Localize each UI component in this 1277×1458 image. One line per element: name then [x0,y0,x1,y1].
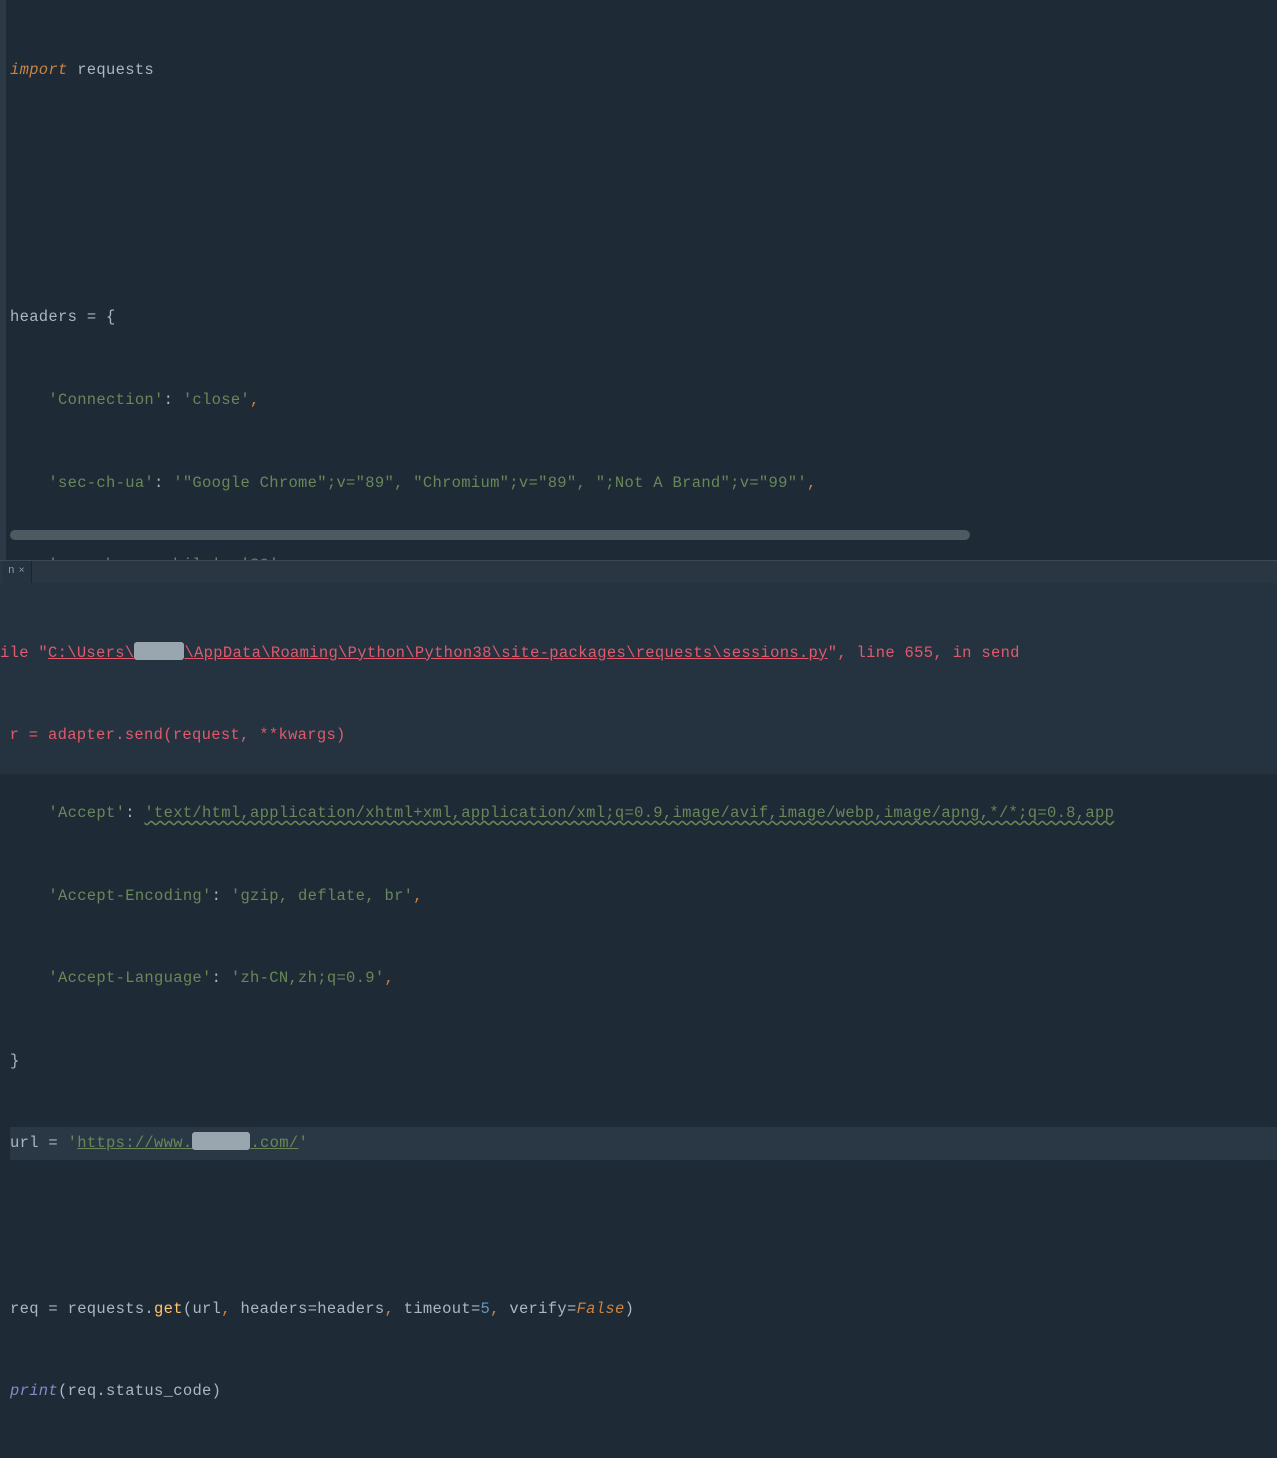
code-line-current[interactable]: url = 'https://www..com/' [10,1127,1277,1160]
module-name: requests [68,61,154,79]
code-line[interactable]: 'Accept-Encoding': 'gzip, deflate, br', [10,880,1277,913]
editor-gutter [0,0,6,560]
code-line-empty[interactable] [10,219,1277,252]
terminal-tab[interactable]: n × [2,561,32,583]
traceback-line: ile "C:\Users\\AppData\Roaming\Python\Py… [0,637,1277,670]
terminal-tab-strip: n × [0,561,1277,583]
code-line-empty[interactable] [10,136,1277,169]
code-line[interactable]: 'Connection': 'close', [10,384,1277,417]
terminal-output[interactable]: ile "C:\Users\\AppData\Roaming\Python\Py… [0,583,1277,774]
redacted-user [134,642,184,660]
code-line[interactable]: } [10,1045,1277,1078]
horizontal-scrollbar[interactable] [10,530,970,540]
terminal-tab-label: n [8,563,15,581]
terminal-pane[interactable]: n × ile "C:\Users\\AppData\Roaming\Pytho… [0,560,1277,774]
keyword-import: import [10,61,68,79]
code-line[interactable]: 'Accept-Language': 'zh-CN,zh;q=0.9', [10,962,1277,995]
code-line[interactable]: 'sec-ch-ua': '"Google Chrome";v="89", "C… [10,467,1277,500]
redacted-domain [192,1132,250,1150]
code-line[interactable]: req = requests.get(url, headers=headers,… [10,1293,1277,1326]
code-line[interactable]: 'Accept': 'text/html,application/xhtml+x… [10,797,1277,830]
code-editor-pane[interactable]: import requests headers = { 'Connection'… [0,0,1277,560]
close-icon[interactable]: × [19,564,25,580]
code-line-empty[interactable] [10,1210,1277,1243]
traceback-line: r = adapter.send(request, **kwargs) [0,719,1277,752]
code-line[interactable]: headers = { [10,301,1277,334]
code-line[interactable]: print(req.status_code) [10,1375,1277,1408]
code-line[interactable]: import requests [10,54,1277,87]
